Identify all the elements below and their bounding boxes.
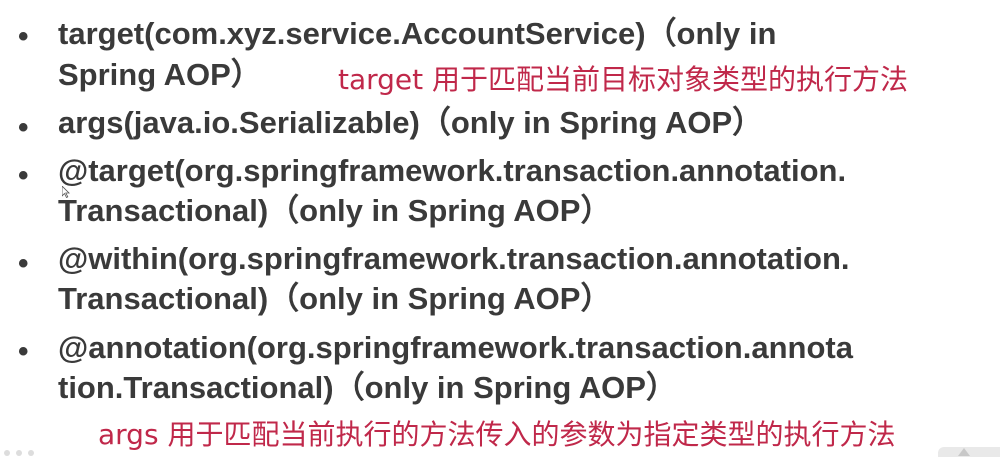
item-annotation-line-1: @annotation(org.springframework.transact… — [58, 330, 853, 365]
target-annotation: target 用于匹配当前目标对象类型的执行方法 — [338, 63, 909, 96]
item-at-target-line-1: @target(org.springframework.transaction.… — [58, 153, 847, 188]
item-at-target-line-2: Transactional)（only in Spring AOP） — [58, 193, 612, 228]
footer-dot — [16, 450, 22, 456]
bullet-marker: • — [18, 111, 29, 144]
triangle-icon — [958, 448, 970, 456]
bullet-marker: • — [18, 20, 29, 53]
bullet-marker: • — [18, 159, 29, 192]
item-args-line-1: args(java.io.Serializable)（only in Sprin… — [58, 105, 764, 140]
item-target-line-2: Spring AOP） — [58, 57, 262, 92]
item-within-line-2: Transactional)（only in Spring AOP） — [58, 281, 612, 316]
footer-dot — [28, 450, 34, 456]
slide: • target(com.xyz.service.AccountService)… — [0, 0, 1000, 457]
footer-decoration — [0, 447, 160, 457]
mouse-cursor-icon — [62, 186, 70, 198]
item-annotation-line-2: tion.Transactional)（only in Spring AOP） — [58, 370, 677, 405]
bullet-marker: • — [18, 335, 29, 368]
bullet-marker: • — [18, 247, 29, 280]
item-target-line-1: target(com.xyz.service.AccountService)（o… — [58, 16, 777, 51]
item-within-line-1: @within(org.springframework.transaction.… — [58, 241, 850, 276]
footer-dot — [4, 450, 10, 456]
args-annotation: args 用于匹配当前执行的方法传入的参数为指定类型的执行方法 — [98, 418, 896, 451]
